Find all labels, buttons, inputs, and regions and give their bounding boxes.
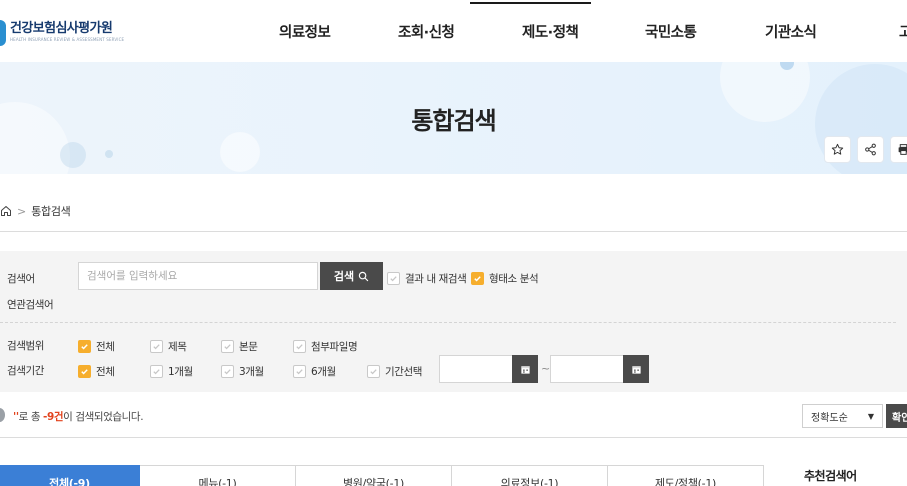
share-button[interactable] xyxy=(857,136,884,163)
search-icon xyxy=(358,271,369,281)
tab-hospital-pharmacy[interactable]: 병원/약국(-1) xyxy=(296,465,452,486)
checkbox-icon xyxy=(293,340,306,353)
result-text-prefix: 로 총 xyxy=(18,411,44,423)
home-icon[interactable] xyxy=(0,204,12,218)
share-icon xyxy=(865,143,876,156)
breadcrumb-current[interactable]: 통합검색 xyxy=(31,203,71,219)
result-text-suffix: 이 검색되었습니다. xyxy=(63,411,144,423)
calendar-icon xyxy=(520,365,530,374)
checkbox-label: 본문 xyxy=(239,341,258,353)
checkbox-icon xyxy=(293,365,306,378)
print-icon xyxy=(898,144,907,155)
nav-item-more[interactable]: 고 xyxy=(899,0,907,62)
period-custom-checkbox[interactable]: 기간선택 xyxy=(367,364,422,379)
tab-menu[interactable]: 메뉴(-1) xyxy=(140,465,296,486)
divider xyxy=(0,437,907,438)
morpheme-analysis-checkbox[interactable]: 형태소 분석 xyxy=(471,271,539,286)
keyword-label: 검색어 xyxy=(7,273,35,285)
period-6month-checkbox[interactable]: 6개월 xyxy=(293,364,336,379)
scope-attachment-checkbox[interactable]: 첨부파일명 xyxy=(293,339,358,354)
header: 건강보험심사평가원 HEALTH INSURANCE REVIEW & ASSE… xyxy=(0,0,907,62)
checkbox-label: 형태소 분석 xyxy=(489,273,539,285)
sort-selected-value: 정확도순 xyxy=(811,412,848,424)
checkbox-icon xyxy=(221,365,234,378)
period-label: 검색기간 xyxy=(7,365,45,377)
result-summary: ''로 총 -9건이 검색되었습니다. xyxy=(13,409,144,424)
page: 건강보험심사평가원 HEALTH INSURANCE REVIEW & ASSE… xyxy=(0,0,907,486)
checkbox-checked-icon xyxy=(471,272,484,285)
scope-title-checkbox[interactable]: 제목 xyxy=(150,339,187,354)
nav-item-news[interactable]: 기관소식 xyxy=(765,0,817,62)
scope-body-checkbox[interactable]: 본문 xyxy=(221,339,258,354)
print-button[interactable] xyxy=(890,136,907,163)
breadcrumb: > 통합검색 xyxy=(0,200,71,222)
checkbox-label: 첨부파일명 xyxy=(311,341,358,353)
nav-item-policy[interactable]: 제도·정책 xyxy=(469,0,592,62)
start-date-calendar-button[interactable] xyxy=(512,355,538,383)
nav-item-inquiry[interactable]: 조회·신청 xyxy=(398,0,455,62)
result-count: -9건 xyxy=(43,411,64,423)
dashed-divider xyxy=(0,322,896,323)
recommended-keywords-title: 추천검색어 xyxy=(804,469,857,483)
period-1month-checkbox[interactable]: 1개월 xyxy=(150,364,193,379)
end-date-calendar-button[interactable] xyxy=(623,355,649,383)
checkbox-label: 전체 xyxy=(96,366,115,378)
research-in-results-checkbox[interactable]: 결과 내 재검색 xyxy=(387,271,467,286)
result-bullet-icon xyxy=(0,408,5,422)
checkbox-label: 기간선택 xyxy=(385,366,423,378)
chevron-down-icon: ▼ xyxy=(867,411,874,421)
checkbox-label: 결과 내 재검색 xyxy=(405,273,467,285)
checkbox-checked-icon xyxy=(78,340,91,353)
tab-medical-info[interactable]: 의료정보(-1) xyxy=(452,465,608,486)
checkbox-label: 1개월 xyxy=(168,366,193,378)
star-icon xyxy=(831,143,844,155)
search-input[interactable] xyxy=(78,262,318,290)
checkbox-icon xyxy=(367,365,380,378)
bookmark-button[interactable] xyxy=(824,136,851,163)
checkbox-label: 전체 xyxy=(96,341,115,353)
date-range-separator: ~ xyxy=(541,362,551,375)
sort-select[interactable]: 정확도순 ▼ xyxy=(802,404,883,428)
related-keywords-label: 연관검색어 xyxy=(7,299,54,311)
scope-all-checkbox[interactable]: 전체 xyxy=(78,339,115,354)
nav-item-medical-info[interactable]: 의료정보 xyxy=(279,0,331,62)
checkbox-icon xyxy=(150,365,163,378)
result-tabs: 전체(-9) 메뉴(-1) 병원/약국(-1) 의료정보(-1) 제도/정책(-… xyxy=(0,465,764,486)
checkbox-checked-icon xyxy=(78,365,91,378)
nav-item-communication[interactable]: 국민소통 xyxy=(645,0,697,62)
page-title: 통합검색 xyxy=(411,106,496,135)
scope-label: 검색범위 xyxy=(7,340,45,352)
breadcrumb-separator: > xyxy=(17,204,27,218)
checkbox-icon xyxy=(221,340,234,353)
search-button[interactable]: 검색 xyxy=(320,262,383,290)
checkbox-label: 6개월 xyxy=(311,366,336,378)
tab-policy[interactable]: 제도/정책(-1) xyxy=(608,465,764,486)
checkbox-label: 제목 xyxy=(168,341,187,353)
page-banner: 통합검색 xyxy=(0,62,907,174)
period-3month-checkbox[interactable]: 3개월 xyxy=(221,364,264,379)
checkbox-icon xyxy=(387,272,400,285)
search-button-label: 검색 xyxy=(333,270,355,283)
sort-confirm-button[interactable]: 확인 xyxy=(886,404,907,428)
calendar-icon xyxy=(631,365,641,374)
period-all-checkbox[interactable]: 전체 xyxy=(78,364,115,379)
tab-all[interactable]: 전체(-9) xyxy=(0,465,140,486)
checkbox-label: 3개월 xyxy=(239,366,264,378)
checkbox-icon xyxy=(150,340,163,353)
divider xyxy=(0,231,907,232)
main-nav: 의료정보 조회·신청 제도·정책 국민소통 기관소식 고 xyxy=(0,0,907,62)
